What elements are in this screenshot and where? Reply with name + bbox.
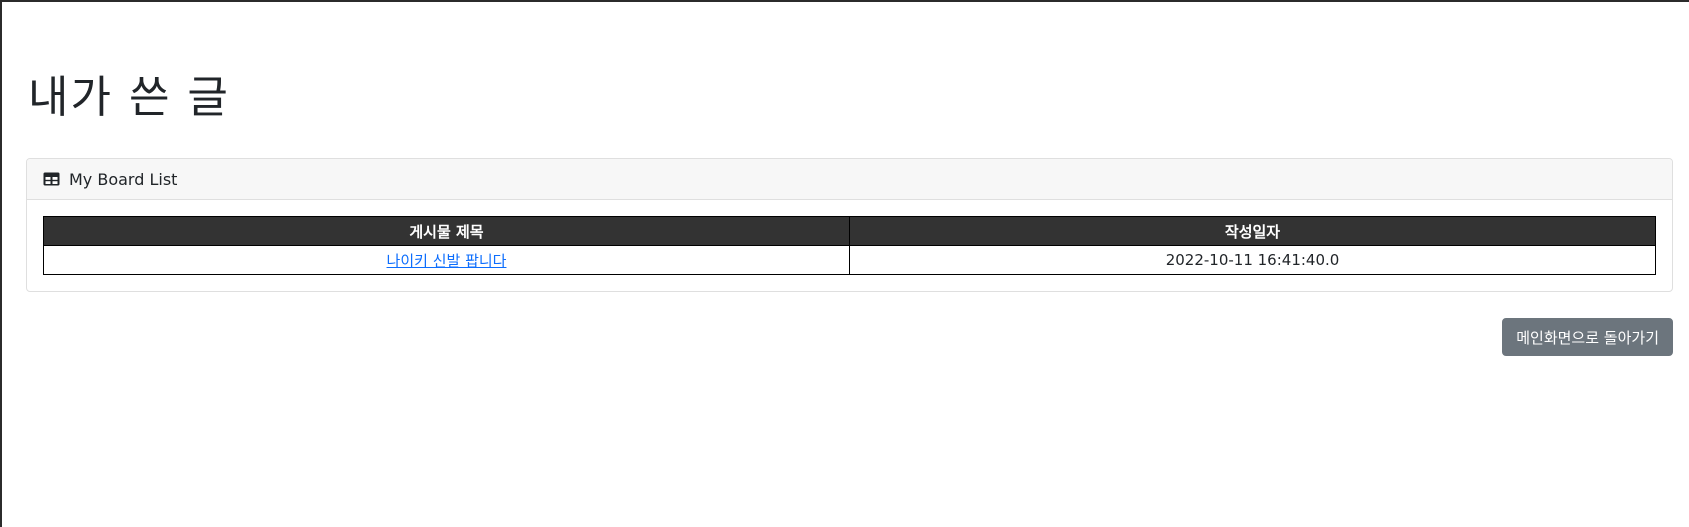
card-header: My Board List <box>27 159 1672 200</box>
board-list-card: My Board List 게시물 제목 작성일자 나이키 신발 팝니다 202… <box>26 158 1673 292</box>
table-header-row: 게시물 제목 작성일자 <box>43 216 1656 246</box>
column-header-date: 작성일자 <box>849 216 1656 246</box>
table-row: 나이키 신발 팝니다 2022-10-11 16:41:40.0 <box>43 245 1656 275</box>
column-header-title: 게시물 제목 <box>43 216 850 246</box>
card-body: 게시물 제목 작성일자 나이키 신발 팝니다 2022-10-11 16:41:… <box>27 200 1672 291</box>
back-to-main-button[interactable]: 메인화면으로 돌아가기 <box>1502 318 1673 356</box>
board-table: 게시물 제목 작성일자 나이키 신발 팝니다 2022-10-11 16:41:… <box>43 216 1656 275</box>
card-header-label: My Board List <box>69 169 178 189</box>
table-icon <box>43 172 60 186</box>
post-title-cell: 나이키 신발 팝니다 <box>43 245 850 275</box>
post-title-link[interactable]: 나이키 신발 팝니다 <box>387 252 507 270</box>
post-date-cell: 2022-10-11 16:41:40.0 <box>849 245 1656 275</box>
page-title: 내가 쓴 글 <box>28 72 230 123</box>
